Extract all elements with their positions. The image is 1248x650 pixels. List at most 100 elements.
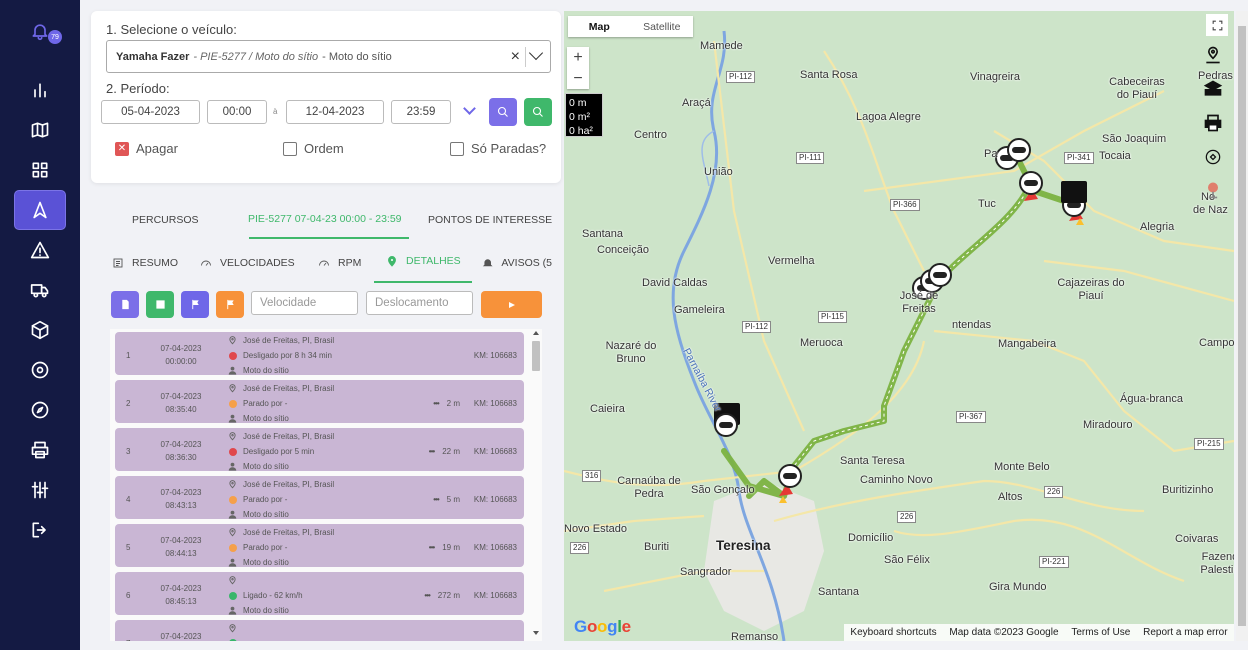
list-scrollbar[interactable] [531, 329, 541, 641]
list-item[interactable]: 7 07-04-2023 [115, 620, 524, 641]
subtab-avisos[interactable]: AVISOS (5 [482, 257, 552, 269]
time-end-input[interactable]: 23:59 [391, 100, 451, 124]
target-icon[interactable] [15, 351, 65, 389]
export-document-button[interactable] [111, 291, 139, 318]
flag-icon [226, 299, 234, 310]
route-navigation-icon[interactable] [15, 191, 65, 229]
play-button[interactable] [481, 291, 542, 318]
gauge-icon [319, 260, 329, 266]
row-status-text: Parado por - [243, 543, 288, 552]
map-type-map-button[interactable]: Map [568, 16, 631, 37]
date-end-input[interactable]: 12-04-2023 [286, 100, 384, 124]
checkbox-icon [283, 141, 297, 156]
map-view[interactable]: Mamede Santa Rosa Vinagreira Cabeceiras do … [564, 11, 1234, 641]
tab-percursos[interactable]: PERCURSOS [132, 214, 199, 226]
subtab-rpm[interactable]: RPM [318, 257, 361, 269]
row-status: Parado por - [227, 495, 287, 504]
status-dot-icon [228, 399, 237, 408]
zoom-in-button[interactable]: + [573, 49, 582, 67]
date-start-input[interactable]: 05-04-2023 [101, 100, 200, 124]
vehicle-marker-icon[interactable] [1007, 138, 1031, 162]
search-purple-button[interactable] [489, 98, 517, 126]
map-place-label: Carnaúba de Pedra [617, 475, 681, 500]
clear-icon[interactable]: × [511, 49, 520, 65]
map-icon[interactable] [15, 111, 65, 149]
vehicle-marker-icon[interactable] [714, 413, 738, 437]
map-place-label: Buritizinho [1162, 484, 1214, 496]
compass-icon[interactable] [15, 391, 65, 429]
page-scroll-thumb[interactable] [1238, 26, 1246, 626]
reset-view-tool[interactable] [1200, 144, 1226, 170]
tab-trip-active[interactable]: PIE-5277 07-04-23 00:00 - 23:59 [248, 213, 402, 225]
google-logo: Google [574, 617, 631, 636]
bar-chart-icon[interactable] [15, 71, 65, 109]
velocidade-input[interactable]: Velocidade [251, 291, 358, 315]
row-place: José de Freitas, PI, Brasil [243, 527, 335, 537]
so-paradas-checkbox[interactable]: Só Paradas? [450, 141, 546, 156]
ordem-checkbox[interactable]: Ordem [283, 141, 344, 156]
row-status [227, 639, 243, 641]
chevron-down-icon[interactable] [528, 45, 544, 61]
zoom-out-button[interactable]: − [573, 70, 582, 88]
package-icon[interactable] [15, 311, 65, 349]
location-pin-tool[interactable] [1200, 42, 1226, 68]
layers-tool[interactable] [1200, 76, 1226, 102]
vehicle-select[interactable]: Yamaha Fazer - PIE-5277 / Moto do sítio … [106, 40, 551, 73]
deslocamento-input[interactable]: Deslocamento [366, 291, 473, 315]
apagar-checkbox[interactable]: ✕ Apagar [115, 141, 178, 156]
list-item[interactable]: 3 07-04-2023 08:36:30 José de Freitas, PI, … [115, 428, 524, 471]
list-item[interactable]: 6 07-04-2023 08:45:13 Ligado - 62 km/h Moto … [115, 572, 524, 615]
fullscreen-button[interactable] [1206, 14, 1228, 36]
list-scroll-thumb[interactable] [532, 341, 540, 371]
map-type-satellite-button[interactable]: Satellite [631, 16, 694, 37]
search-green-button[interactable] [524, 98, 552, 126]
vehicle-marker-icon[interactable] [1019, 171, 1043, 195]
sliders-icon[interactable] [15, 471, 65, 509]
flag-button-orange[interactable] [216, 291, 244, 318]
vehicle-marker-icon[interactable] [778, 464, 802, 488]
row-driver-name: Moto do sítio [243, 462, 289, 471]
print-map-tool[interactable] [1200, 110, 1226, 136]
more-dots-icon: ••• [433, 495, 439, 504]
list-item[interactable]: 5 07-04-2023 08:44:13 José de Freitas, PI, … [115, 524, 524, 567]
logout-icon[interactable] [15, 511, 65, 549]
expand-chevron-icon[interactable] [463, 102, 476, 115]
row-distance: ••• 5 m [433, 495, 460, 504]
truck-icon[interactable] [15, 271, 65, 309]
row-date: 07-04-2023 [160, 632, 202, 641]
row-place: José de Freitas, PI, Brasil [243, 335, 335, 345]
subtab-detalhes[interactable]: DETALHES [386, 255, 461, 267]
tab-pontos-interesse[interactable]: PONTOS DE INTERESSE [428, 214, 552, 226]
dashboard-grid-icon[interactable] [15, 151, 65, 189]
list-item[interactable]: 2 07-04-2023 08:35:40 José de Freitas, PI, … [115, 380, 524, 423]
stop-marker-icon[interactable] [1061, 181, 1087, 203]
row-odometer: KM: 106683 [473, 591, 517, 600]
notifications-bell-icon[interactable]: 79 [15, 12, 65, 50]
map-type-control[interactable]: Map Satellite [568, 16, 693, 37]
list-item[interactable]: 4 07-04-2023 08:43:13 José de Freitas, PI, … [115, 476, 524, 519]
keyboard-shortcuts-link[interactable]: Keyboard shortcuts [850, 627, 936, 638]
street-view-tool[interactable] [1200, 177, 1226, 203]
subtab-velocidades[interactable]: VELOCIDADES [200, 257, 295, 269]
report-map-error-link[interactable]: Report a map error [1143, 627, 1227, 638]
subtab-rpm-label: RPM [338, 257, 362, 269]
export-spreadsheet-button[interactable] [146, 291, 174, 318]
flag-button-purple[interactable] [181, 291, 209, 318]
time-start-input[interactable]: 00:00 [207, 100, 267, 124]
zoom-control[interactable]: + − [567, 47, 589, 89]
vehicle-marker-icon[interactable] [928, 263, 952, 287]
printer-icon[interactable] [15, 431, 65, 469]
list-item[interactable]: 1 07-04-2023 00:00:00 José de Freitas, PI, … [115, 332, 524, 375]
warning-icon[interactable] [15, 231, 65, 269]
scroll-up-icon[interactable] [533, 331, 539, 335]
subtab-resumo[interactable]: RESUMO [112, 257, 178, 269]
row-status: Ligado - 62 km/h [227, 591, 303, 600]
map-place-label: Nazaré do Bruno [605, 340, 657, 365]
terms-of-use-link[interactable]: Terms of Use [1071, 627, 1130, 638]
scroll-down-icon[interactable] [533, 631, 539, 635]
page-scrollbar[interactable] [1236, 11, 1248, 641]
location-pin-icon [227, 479, 238, 489]
map-place-label: ntendas [952, 319, 992, 331]
active-tab-underline [249, 237, 409, 239]
events-list[interactable]: 1 07-04-2023 00:00:00 José de Freitas, PI, … [110, 329, 542, 641]
